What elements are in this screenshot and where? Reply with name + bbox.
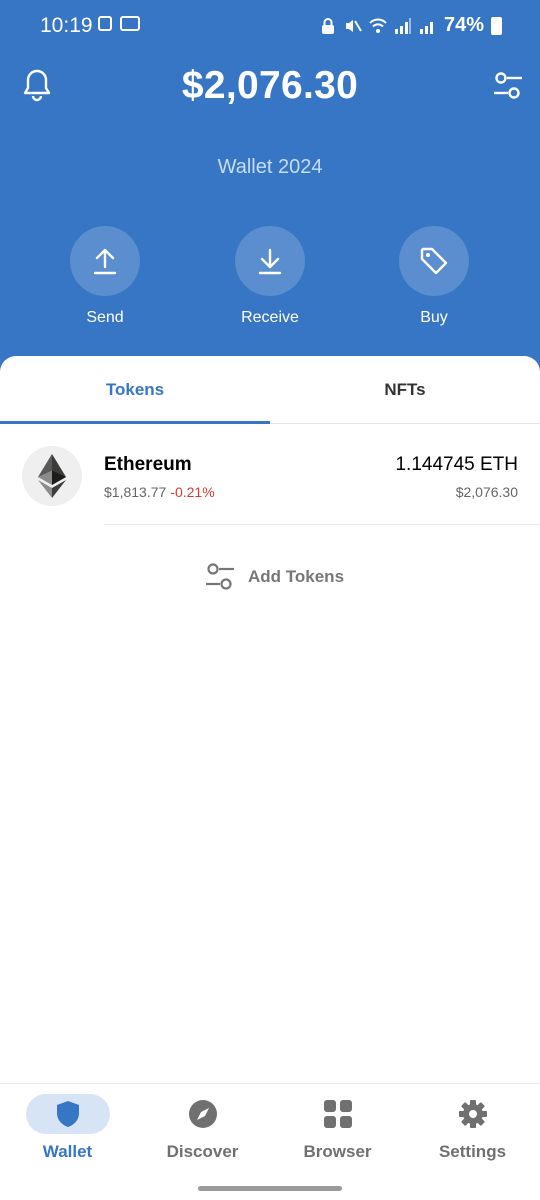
tag-icon xyxy=(420,247,448,275)
nav-browser-icon-wrap[interactable] xyxy=(296,1094,380,1134)
token-name: Ethereum xyxy=(104,454,192,475)
nav-settings-label: Settings xyxy=(438,1142,507,1161)
tab-tokens[interactable]: Tokens xyxy=(0,380,270,400)
status-time: 10:19 xyxy=(40,14,93,37)
shield-icon xyxy=(56,1101,79,1127)
receive-label: Receive xyxy=(241,309,299,326)
arrow-down-icon xyxy=(258,248,282,275)
wallet-name[interactable]: Wallet 2024 xyxy=(0,156,540,179)
battery-level: 74% xyxy=(443,14,484,36)
wallet-header: 10:19 74% $2,076.30 Wallet 2024 Send Rec… xyxy=(0,0,540,380)
tab-nfts[interactable]: NFTs xyxy=(270,380,540,400)
signal-icon xyxy=(419,21,433,34)
nav-browser-label: Browser xyxy=(303,1142,372,1161)
asset-tabs: Tokens NFTs xyxy=(0,356,540,424)
lock-icon xyxy=(321,17,334,34)
ethereum-logo-icon xyxy=(22,446,82,506)
assets-sheet: Tokens NFTs Ethereum $1,813.77 -0.21% 1.1… xyxy=(0,356,540,1200)
add-tokens-button[interactable]: Add Tokens xyxy=(204,560,344,594)
status-notification-icons xyxy=(98,16,140,31)
grid-icon xyxy=(323,1100,352,1128)
nav-settings[interactable]: Settings xyxy=(405,1094,540,1162)
token-amount: 1.144745 ETH xyxy=(395,454,518,475)
buy-label: Buy xyxy=(420,309,448,326)
filter-icon xyxy=(206,563,234,590)
nav-discover-icon-wrap[interactable] xyxy=(161,1094,245,1134)
token-price-value: $1,813.77 xyxy=(104,484,167,500)
send-button-circle[interactable] xyxy=(70,226,140,296)
battery-icon xyxy=(491,16,502,35)
token-row-ethereum[interactable]: Ethereum $1,813.77 -0.21% 1.144745 ETH $2… xyxy=(0,442,540,522)
row-divider xyxy=(104,524,540,525)
nav-browser[interactable]: Browser xyxy=(270,1094,405,1162)
signal-icon xyxy=(394,17,411,34)
nav-settings-icon-wrap[interactable] xyxy=(431,1094,515,1134)
nav-discover-label: Discover xyxy=(166,1142,239,1161)
receive-button-circle[interactable] xyxy=(235,226,305,296)
notification-icon xyxy=(98,16,112,31)
nav-wallet[interactable]: Wallet xyxy=(0,1094,135,1162)
filter-icon[interactable] xyxy=(492,70,524,102)
send-button[interactable]: Send xyxy=(55,226,155,327)
buy-button[interactable]: Buy xyxy=(384,226,484,327)
send-label: Send xyxy=(86,309,124,326)
token-price: $1,813.77 -0.21% xyxy=(104,484,215,500)
gear-icon xyxy=(458,1100,487,1128)
nav-wallet-label: Wallet xyxy=(42,1142,93,1161)
token-change: -0.21% xyxy=(170,484,215,500)
bottom-nav: Wallet Discover Browser Settings xyxy=(0,1083,540,1200)
receive-button[interactable]: Receive xyxy=(220,226,320,327)
total-balance: $2,076.30 xyxy=(181,64,359,107)
nav-discover[interactable]: Discover xyxy=(135,1094,270,1162)
nav-wallet-pill[interactable] xyxy=(25,1094,110,1134)
token-value: $2,076.30 xyxy=(455,484,518,500)
compass-icon xyxy=(188,1100,217,1128)
mute-icon xyxy=(345,19,362,32)
wifi-icon xyxy=(369,18,387,33)
add-tokens-label: Add Tokens xyxy=(248,567,345,586)
status-bar: 10:19 74% xyxy=(0,0,540,52)
buy-button-circle[interactable] xyxy=(399,226,469,296)
notification-icon xyxy=(120,16,140,31)
tab-active-indicator xyxy=(0,421,270,424)
arrow-up-icon xyxy=(93,248,117,275)
home-indicator[interactable] xyxy=(198,1186,342,1191)
status-right-icons: 74% xyxy=(319,14,502,37)
